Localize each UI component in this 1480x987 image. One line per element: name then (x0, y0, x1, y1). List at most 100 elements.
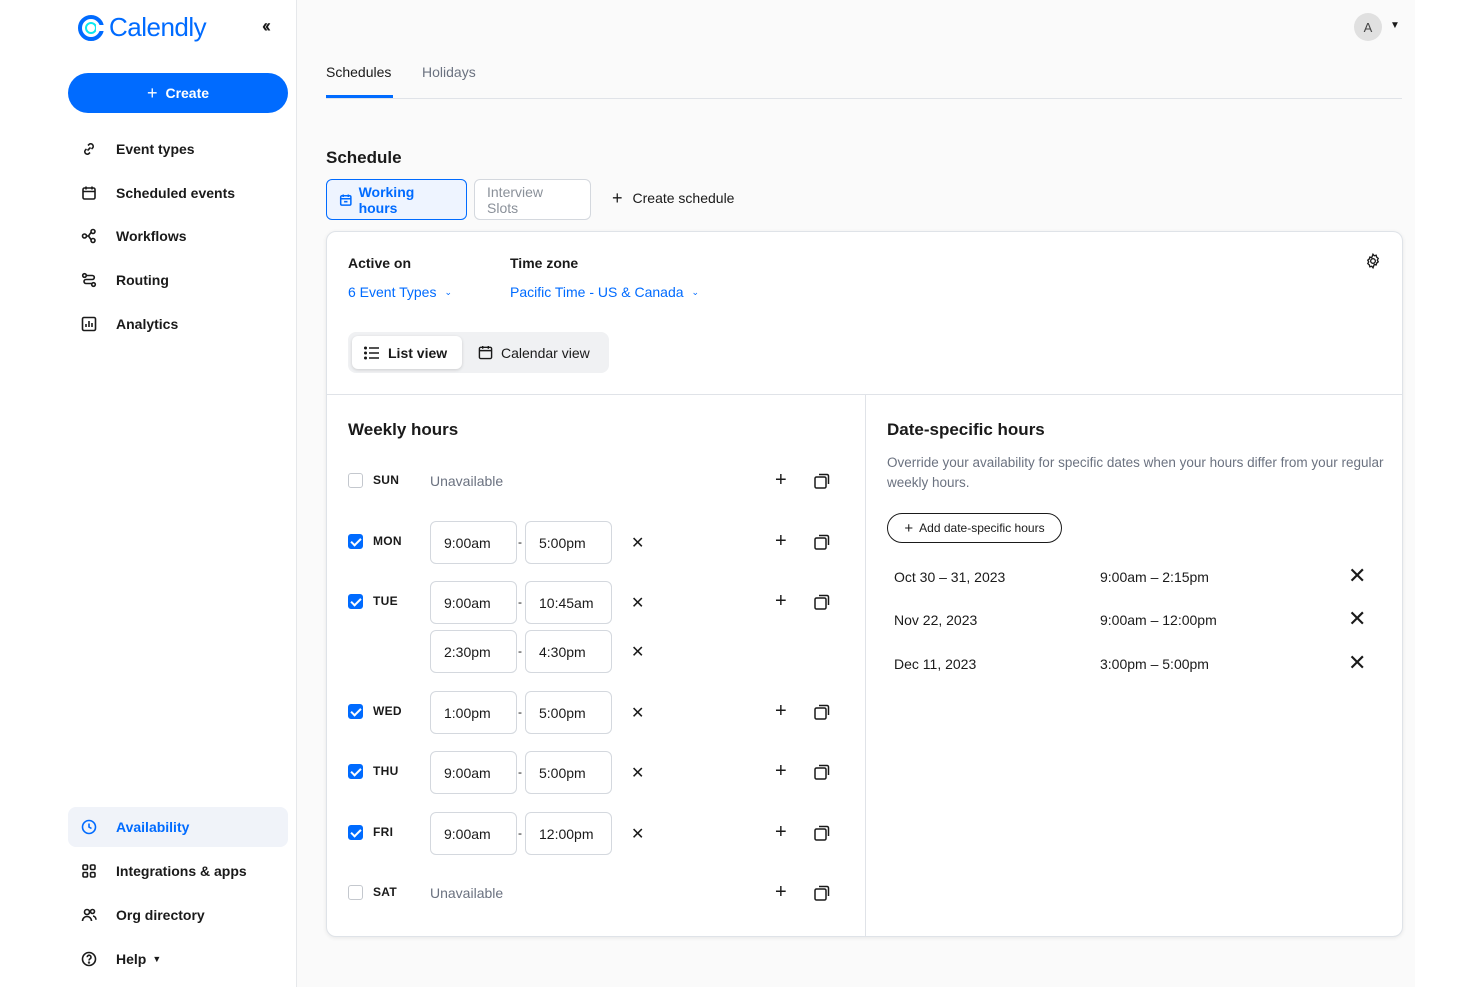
sidebar-item-integrations[interactable]: Integrations & apps (68, 851, 288, 891)
add-interval-icon[interactable]: + (775, 700, 787, 723)
range-dash: - (518, 705, 522, 719)
range-dash: - (518, 765, 522, 779)
list-view-button[interactable]: List view (352, 336, 462, 369)
schedule-card: Active on 6 Event Types ⌄ Time zone Paci… (326, 231, 1403, 937)
add-interval-icon[interactable]: + (775, 469, 787, 492)
end-time-input[interactable]: 5:00pm (525, 751, 612, 794)
gear-icon[interactable] (1364, 252, 1382, 270)
sidebar-item-availability[interactable]: Availability (68, 807, 288, 847)
chevron-down-icon: ⌄ (444, 286, 453, 297)
day-row-sat: SAT Unavailable + (348, 871, 838, 915)
active-on-dropdown[interactable]: 6 Event Types ⌄ (348, 284, 452, 300)
delete-override-icon[interactable]: ✕ (1348, 652, 1366, 674)
delete-override-icon[interactable]: ✕ (1348, 608, 1366, 630)
day-checkbox[interactable] (348, 825, 363, 840)
sidebar-item-label: Org directory (116, 907, 205, 923)
add-interval-icon[interactable]: + (775, 760, 787, 783)
remove-interval-icon[interactable]: ✕ (631, 642, 644, 662)
date-override-row: Nov 22, 2023 9:00am – 12:00pm ✕ (894, 608, 1374, 632)
add-interval-icon[interactable]: + (775, 881, 787, 904)
create-label: Create (165, 85, 210, 101)
schedule-interview-slots[interactable]: Interview Slots (474, 179, 591, 220)
day-checkbox[interactable] (348, 885, 363, 900)
copy-icon[interactable] (813, 533, 831, 551)
date-override-row: Dec 11, 2023 3:00pm – 5:00pm ✕ (894, 652, 1374, 676)
remove-interval-icon[interactable]: ✕ (631, 763, 644, 783)
start-time-input[interactable]: 9:00am (430, 581, 517, 624)
list-icon (364, 345, 379, 360)
sidebar-item-label: Event types (116, 141, 195, 157)
chart-icon (80, 315, 98, 333)
start-time-input[interactable]: 1:00pm (430, 691, 517, 734)
copy-icon[interactable] (813, 472, 831, 490)
create-button[interactable]: + Create (68, 73, 288, 113)
day-row-tue: TUE 9:00am - 10:45am ✕ 2:30pm - 4:30pm ✕… (348, 580, 838, 673)
people-icon (80, 906, 98, 924)
end-time-input[interactable]: 12:00pm (525, 812, 612, 855)
day-checkbox[interactable] (348, 594, 363, 609)
caret-down-icon[interactable]: ▼ (1390, 20, 1400, 31)
create-schedule-label: Create schedule (632, 190, 735, 206)
calendar-icon (339, 193, 352, 206)
end-time-input[interactable]: 5:00pm (525, 691, 612, 734)
sidebar-item-routing[interactable]: Routing (68, 260, 288, 300)
end-time-input[interactable]: 4:30pm (525, 630, 612, 673)
day-checkbox[interactable] (348, 534, 363, 549)
day-checkbox[interactable] (348, 704, 363, 719)
override-time: 9:00am – 12:00pm (1100, 612, 1217, 628)
question-icon (80, 950, 98, 968)
sidebar-item-org-directory[interactable]: Org directory (68, 895, 288, 935)
day-row-thu: THU 9:00am - 5:00pm ✕ + (348, 750, 838, 794)
end-time-input[interactable]: 5:00pm (525, 521, 612, 564)
delete-override-icon[interactable]: ✕ (1348, 565, 1366, 587)
calendly-logo[interactable]: Calendly (77, 12, 207, 43)
date-specific-heading: Date-specific hours (887, 420, 1045, 439)
end-time-input[interactable]: 10:45am (525, 581, 612, 624)
add-interval-icon[interactable]: + (775, 821, 787, 844)
add-date-specific-button[interactable]: + Add date-specific hours (887, 513, 1062, 543)
day-label: SAT (373, 885, 398, 899)
schedule-working-hours[interactable]: Working hours (326, 179, 467, 220)
sidebar-item-workflows[interactable]: Workflows (68, 216, 288, 256)
override-date: Nov 22, 2023 (894, 612, 978, 628)
day-label: SUN (373, 473, 400, 487)
sidebar-item-label: Analytics (116, 316, 179, 332)
sidebar-item-scheduled-events[interactable]: Scheduled events (68, 173, 288, 213)
active-tab-indicator (326, 95, 393, 98)
day-checkbox[interactable] (348, 473, 363, 488)
add-interval-icon[interactable]: + (775, 590, 787, 613)
timezone-dropdown[interactable]: Pacific Time - US & Canada ⌄ (510, 284, 699, 300)
list-view-label: List view (388, 344, 448, 361)
calendar-view-button[interactable]: Calendar view (466, 336, 604, 369)
remove-interval-icon[interactable]: ✕ (631, 703, 644, 723)
start-time-input[interactable]: 9:00am (430, 812, 517, 855)
copy-icon[interactable] (813, 884, 831, 902)
sidebar-item-event-types[interactable]: Event types (68, 129, 288, 169)
date-override-row: Oct 30 – 31, 2023 9:00am – 2:15pm ✕ (894, 565, 1374, 589)
timezone-value: Pacific Time - US & Canada (510, 284, 684, 300)
start-time-input[interactable]: 9:00am (430, 751, 517, 794)
range-dash: - (518, 595, 522, 609)
add-interval-icon[interactable]: + (775, 530, 787, 553)
avatar[interactable]: A (1354, 13, 1382, 41)
range-dash: - (518, 535, 522, 549)
day-checkbox[interactable] (348, 764, 363, 779)
override-date: Dec 11, 2023 (894, 656, 977, 672)
copy-icon[interactable] (813, 824, 831, 842)
tab-holidays[interactable]: Holidays (422, 64, 476, 80)
copy-icon[interactable] (813, 763, 831, 781)
remove-interval-icon[interactable]: ✕ (631, 593, 644, 613)
create-schedule-button[interactable]: + Create schedule (612, 189, 734, 207)
start-time-input[interactable]: 2:30pm (430, 630, 517, 673)
sidebar-item-help[interactable]: Help ▼ (68, 939, 288, 979)
remove-interval-icon[interactable]: ✕ (631, 824, 644, 844)
tab-schedules[interactable]: Schedules (326, 64, 391, 80)
sidebar-item-analytics[interactable]: Analytics (68, 304, 288, 344)
override-time: 3:00pm – 5:00pm (1100, 656, 1209, 672)
remove-interval-icon[interactable]: ✕ (631, 533, 644, 553)
copy-icon[interactable] (813, 593, 831, 611)
copy-icon[interactable] (813, 703, 831, 721)
collapse-sidebar-icon[interactable]: ‹‹ (262, 16, 271, 37)
start-time-input[interactable]: 9:00am (430, 521, 517, 564)
tab-bar: Schedules Holidays (326, 60, 1402, 99)
